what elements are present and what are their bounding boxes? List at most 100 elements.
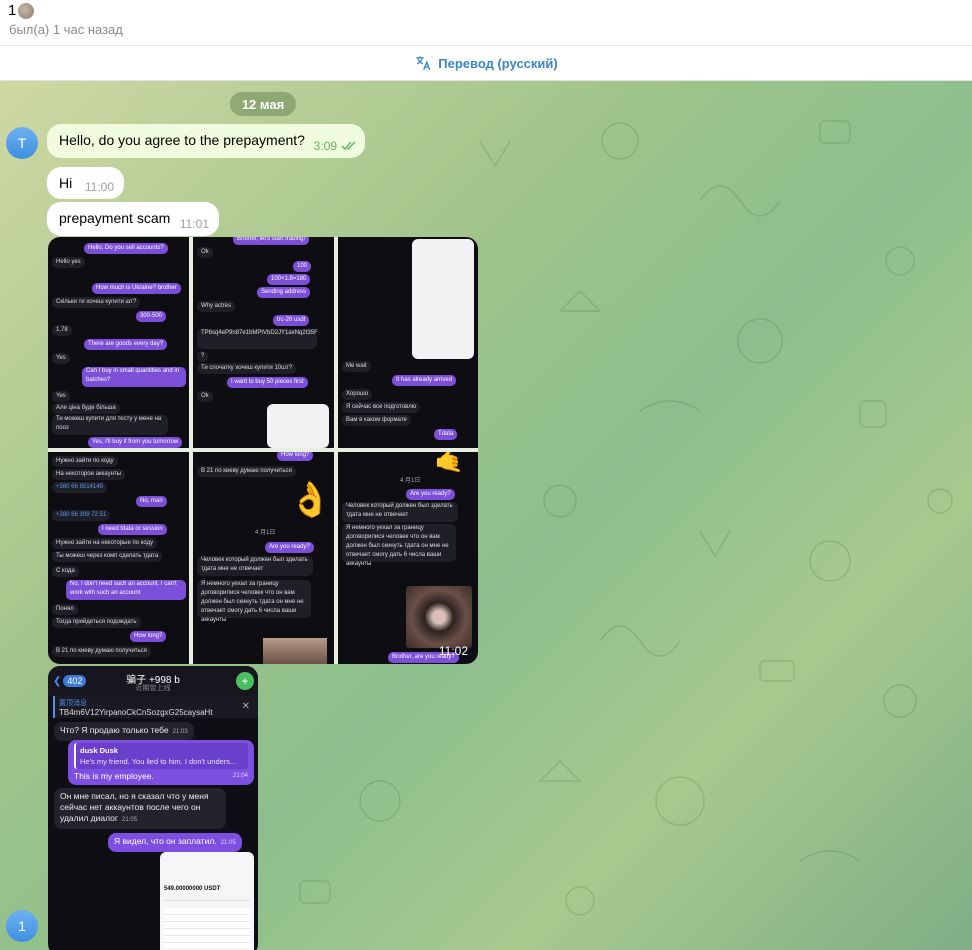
thumb-message: +380 66 8514149 xyxy=(52,482,107,493)
thumb-message: Hello yes xyxy=(52,257,85,268)
ok-hand-emoji: 👌 xyxy=(289,481,332,519)
thumb-message: How much is Ukraine? brother xyxy=(92,283,181,294)
thumb-message: Ok xyxy=(197,247,213,258)
thumb-message: Ты можеш через комп сделать тдата xyxy=(52,551,163,562)
screenshot-thumbnail[interactable]: Brother, let's start trading! Ok 100 100… xyxy=(193,237,334,448)
thumb-message: Ok xyxy=(197,391,213,402)
screenshot-thumbnail[interactable]: 🤙 4 月1日 Are you ready? Человек который д… xyxy=(338,452,478,664)
media-time: 11:02 xyxy=(438,644,468,658)
message-text: Hello, do you agree to the prepayment? xyxy=(59,132,305,148)
thumb-message: No, man xyxy=(136,496,167,507)
thumb-message: Вам в каком формате xyxy=(342,415,411,426)
message-bubble[interactable]: Hello, do you agree to the prepayment? 3… xyxy=(47,124,365,158)
hand-emoji: 🤙 xyxy=(434,452,464,474)
screenshot-thumbnail[interactable]: Нужно зайти по коду На некоторое аккаунт… xyxy=(48,452,189,664)
translate-icon xyxy=(416,56,431,71)
message-bubble[interactable]: prepayment scam 11:01 xyxy=(47,202,219,236)
pinned-label: 置顶消息 xyxy=(59,700,87,707)
thumb-message: Are you ready? xyxy=(406,489,455,500)
chat-area[interactable]: 12 мая T Hello, do you agree to the prep… xyxy=(0,81,972,950)
usdt-amount: 549.00000000 USDT xyxy=(164,886,221,892)
translate-button[interactable]: Перевод (русский) xyxy=(0,46,972,81)
thumb-message: +380 66 309 72 51 xyxy=(52,510,111,521)
thumb-message: Tdata xyxy=(434,429,458,440)
translate-label: Перевод (русский) xyxy=(438,55,558,71)
emoji-icon xyxy=(18,2,35,19)
message-bubble[interactable]: Hi 11:00 xyxy=(47,167,124,199)
thumb-date: 4 月1日 xyxy=(255,530,276,536)
thumb-message: Yes xyxy=(52,353,70,364)
date-chip: 12 мая xyxy=(230,92,296,116)
thumb-message: Can I buy in small quantities and in bat… xyxy=(82,367,186,387)
thumb-message: Скільки ти хочеш купити шт? xyxy=(52,297,141,308)
thumb-message: Are you ready? xyxy=(265,542,314,553)
contact-name[interactable]: 1 xyxy=(8,2,35,19)
phone-screenshot xyxy=(267,404,329,448)
message-text: Hi xyxy=(59,175,73,191)
chat-header[interactable]: 1 был(а) 1 час назад xyxy=(0,0,972,46)
photo-thumbnail xyxy=(406,586,472,648)
screenshot-message: dusk Dusk He's my friend. You lied to hi… xyxy=(68,740,254,785)
thumb-message: There are goods every day? xyxy=(84,339,168,350)
thumb-message: TPbsq4eP9n87e1bMPtVbD2JY1axNq2t35F xyxy=(197,329,318,349)
thumb-message: 100 xyxy=(293,261,312,272)
thumb-message: Нужно зайти по коду xyxy=(52,456,118,467)
thumb-message: Хорошо xyxy=(342,389,373,400)
screenshot-subtitle: 近期曾上线 xyxy=(135,685,171,692)
screenshot-image[interactable]: ❮ 402 骗子 +998 b 近期曾上线 + 置顶消息 TB4m6V12Yir… xyxy=(48,666,258,950)
thumb-message: Why actres xyxy=(197,301,236,312)
pinned-message: 置顶消息 TB4m6V12YirpanoCkCnSozgxG25caysaHt … xyxy=(53,696,258,718)
thumb-message: В 21 по киеву думаю получиться xyxy=(52,646,151,657)
thumb-message: How long? xyxy=(130,631,167,642)
thumb-message: I need tdata or session xyxy=(98,524,167,535)
screenshot-thumbnail[interactable]: How long? В 21 по киеву думаю получиться… xyxy=(193,452,334,664)
thumb-message: Я немного уехал за границу договорилися … xyxy=(342,524,456,567)
thumb-message: ? xyxy=(197,351,209,362)
screenshot-thumbnail[interactable]: Me wait It has already arrived Хорошо Я … xyxy=(338,237,478,448)
thumb-message: 1,78 xyxy=(52,325,72,336)
thumb-message: Me wait xyxy=(342,361,371,372)
thumb-message: Тогда прийдеться подождать xyxy=(52,617,141,628)
thumb-message: 300-500 xyxy=(136,311,167,322)
screenshot-message: Я видел, что он заплатил. 21:05 xyxy=(108,833,242,852)
last-seen-status: был(а) 1 час назад xyxy=(9,22,123,37)
thumb-message: Brother, let's start trading! xyxy=(233,237,310,245)
thumb-message: Sending address xyxy=(257,287,311,298)
thumb-message: Yes, I'll buy it from you tomorrow xyxy=(88,437,183,448)
reply-quote: dusk Dusk He's my friend. You lied to hi… xyxy=(74,743,248,769)
screenshot-message: Что? Я продаю только тебе 21:03 xyxy=(54,722,194,741)
message-time: 11:01 xyxy=(179,217,209,231)
thumb-message: В 21 по киеву думаю получиться xyxy=(197,466,296,477)
thumb-message: На некоторое аккаунты xyxy=(52,469,125,480)
thumb-message: Понял xyxy=(52,604,78,615)
message-time: 3:09 xyxy=(313,139,337,153)
screenshot-message: Он мне писал, но я сказал что у меня сей… xyxy=(54,788,226,829)
screenshot-header: ❮ 402 骗子 +998 b 近期曾上线 + xyxy=(48,666,258,696)
thumb-message: I want to buy 50 pieces first xyxy=(227,377,308,388)
thumb-message: Hello, Do you sell accounts? xyxy=(84,243,168,254)
thumb-message: Ти спочатку хочеш купити 10шт? xyxy=(197,363,297,374)
phone-screenshot xyxy=(412,239,474,359)
contact-avatar[interactable]: 1 xyxy=(6,910,38,942)
thumb-message: It has already arrived xyxy=(392,375,457,386)
plus-icon: + xyxy=(236,672,254,690)
thumb-message: Я сейчас все подготовлю xyxy=(342,402,421,413)
phone-screenshot: 549.00000000 USDT xyxy=(160,852,254,950)
thumb-message: Человек который должен был зделать тдата… xyxy=(342,502,458,522)
thumb-message: Человек который должен был зделать тдата… xyxy=(197,556,313,576)
thumb-message: Нужно зайти на некоторые по коду xyxy=(52,538,158,549)
thumb-message: trc-20 usdt xyxy=(273,315,310,326)
message-time: 11:00 xyxy=(84,180,114,194)
thumb-message: Ти можеш купити для тесту у мене на пооз xyxy=(52,415,168,435)
double-check-icon xyxy=(341,141,356,151)
screenshot-thumbnail[interactable]: Hello, Do you sell accounts? Hello yes H… xyxy=(48,237,189,448)
photo-thumbnail xyxy=(263,638,327,664)
close-icon: ✕ xyxy=(241,701,250,712)
thumb-date: 4 月1日 xyxy=(400,478,421,484)
thumb-message: How long? xyxy=(277,452,314,461)
media-album[interactable]: Hello, Do you sell accounts? Hello yes H… xyxy=(48,237,478,664)
contact-avatar[interactable]: T xyxy=(6,127,38,159)
thumb-message: Але ціна буде більша xyxy=(52,403,120,414)
message-text: prepayment scam xyxy=(59,210,171,226)
thumb-message: С кода xyxy=(52,566,79,577)
